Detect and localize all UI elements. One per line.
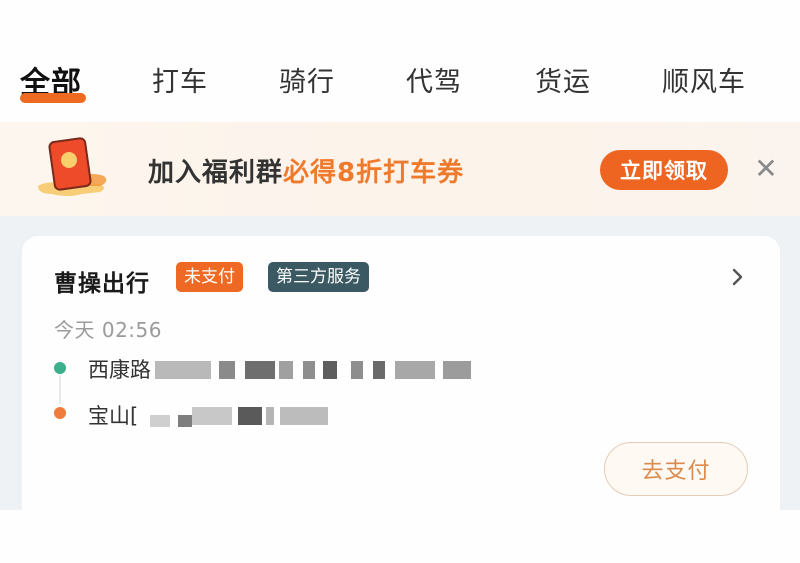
chevron-right-icon[interactable]: [728, 264, 748, 290]
tab-freight[interactable]: 货运: [535, 60, 591, 99]
category-tabs: 全部 打车 骑行 代驾 货运 顺风车: [0, 0, 800, 122]
red-envelope-icon: [38, 137, 107, 196]
status-badge: 未支付: [176, 262, 243, 292]
close-icon[interactable]: ✕: [752, 152, 780, 186]
order-card[interactable]: 曹操出行 未支付 第三方服务 今天 02:56 西康路 宝山[去支付: [22, 236, 780, 526]
start-address-text: 西康路: [88, 358, 151, 382]
redacted-end-address: [142, 407, 332, 427]
redacted-start-address: [155, 361, 471, 381]
service-badge: 第三方服务: [268, 262, 369, 292]
promo-banner[interactable]: 加入福利群必得8折打车券 立即领取 ✕: [0, 122, 800, 216]
provider-name: 曹操出行: [54, 271, 150, 297]
start-point-icon: [54, 362, 66, 374]
promo-text-highlight: 必得8折打车券: [283, 158, 465, 188]
claim-now-button[interactable]: 立即领取: [600, 150, 728, 190]
tab-taxi[interactable]: 打车: [152, 60, 208, 99]
order-time: 今天 02:56: [54, 318, 162, 342]
go-pay-button[interactable]: 去支付: [604, 442, 748, 496]
promo-text: 加入福利群必得8折打车券: [148, 152, 464, 189]
promo-text-plain: 加入福利群: [148, 158, 284, 188]
tab-carpool[interactable]: 顺风车: [662, 60, 746, 99]
end-point-icon: [54, 407, 66, 419]
active-tab-indicator: [20, 93, 86, 103]
end-address: 宝山[: [88, 400, 332, 430]
tab-cycling[interactable]: 骑行: [279, 60, 335, 99]
bottom-area: [0, 510, 800, 563]
tab-designated-driver[interactable]: 代驾: [406, 60, 462, 99]
start-address: 西康路: [88, 354, 471, 384]
end-address-text: 宝山[: [88, 404, 139, 428]
route-connector: [59, 376, 61, 404]
